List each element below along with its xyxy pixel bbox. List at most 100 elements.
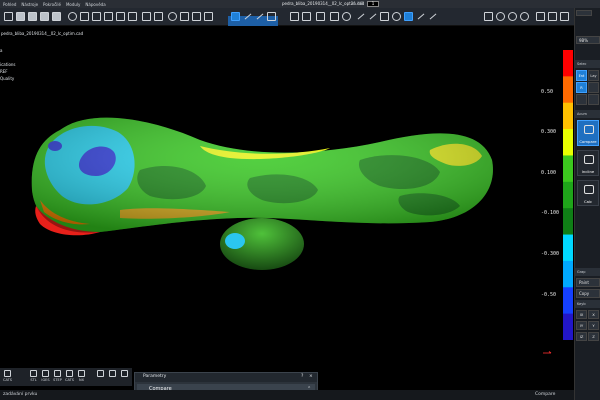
- comparison-icon[interactable]: [404, 12, 413, 21]
- frame-icon[interactable]: [92, 12, 101, 21]
- settings-icon[interactable]: [548, 12, 557, 21]
- help-button[interactable]: ?: [301, 374, 303, 379]
- points-icon[interactable]: [302, 12, 311, 21]
- tree-root[interactable]: pedra_bliba_20190314__02_lc_optim.cad: [1, 31, 83, 36]
- camera-icon[interactable]: [484, 12, 493, 21]
- axis-cell[interactable]: IY: [576, 321, 587, 330]
- tree-item[interactable]: Quality: [0, 76, 14, 81]
- axis-cell[interactable]: Z: [588, 332, 599, 341]
- window-icon[interactable]: [560, 12, 569, 21]
- panel-toggle-icon[interactable]: [576, 10, 592, 16]
- grid-icon[interactable]: [80, 12, 89, 21]
- axis-cell[interactable]: X: [588, 310, 599, 319]
- status-mode: Compare: [535, 392, 556, 397]
- section-selection[interactable]: Selec: [575, 60, 600, 68]
- legend-band: [563, 155, 573, 183]
- rotate-icon[interactable]: [128, 12, 137, 21]
- main-toolbar: [0, 8, 574, 34]
- fit-icon[interactable]: [116, 12, 125, 21]
- legend-band: [563, 102, 573, 130]
- eye-icon[interactable]: [508, 12, 517, 21]
- extra-tool-button[interactable]: [95, 370, 106, 377]
- export-iges-button[interactable]: IGES: [40, 370, 51, 382]
- document-tab[interactable]: 1: [367, 1, 379, 7]
- export-cats-button[interactable]: CATS: [2, 370, 13, 382]
- export-icon: [54, 370, 61, 377]
- extra-tool-button[interactable]: [119, 370, 130, 377]
- sphere-icon[interactable]: [168, 12, 177, 21]
- select-entity-button[interactable]: Ent: [576, 70, 587, 81]
- tree-item[interactable]: a: [0, 48, 2, 53]
- square-icon[interactable]: [380, 12, 389, 21]
- surface-icon[interactable]: [204, 12, 213, 21]
- no-entry-icon[interactable]: [392, 12, 401, 21]
- select-curve-button[interactable]: [588, 82, 599, 93]
- section-icon[interactable]: [154, 12, 163, 21]
- mesh-icon[interactable]: [290, 12, 299, 21]
- copy-button[interactable]: Copy: [576, 289, 600, 298]
- globe-icon[interactable]: [496, 12, 505, 21]
- axis-triad: [543, 351, 552, 354]
- export-nx-button[interactable]: NX: [76, 370, 87, 382]
- axis-cell[interactable]: IX: [576, 310, 587, 319]
- slash-line-icon[interactable]: [368, 12, 377, 21]
- circle-icon[interactable]: [342, 12, 351, 21]
- section-actions[interactable]: Acum: [575, 110, 600, 118]
- line-tool-icon[interactable]: [243, 12, 252, 21]
- select-tool-icon[interactable]: [4, 12, 13, 21]
- cube-front-icon[interactable]: [28, 12, 37, 21]
- cube-side-icon[interactable]: [40, 12, 49, 21]
- color-legend-bar: [563, 50, 573, 340]
- zoom-percent: 9B%: [576, 36, 600, 44]
- tool-icon: [109, 370, 116, 377]
- axis-cell[interactable]: IZ: [576, 332, 587, 341]
- triangle-icon[interactable]: [330, 12, 339, 21]
- legend-band: [563, 287, 573, 315]
- paint-button[interactable]: Paint: [576, 278, 600, 287]
- diagonal-line-icon[interactable]: [356, 12, 365, 21]
- menu-item-view[interactable]: Pohled: [3, 2, 16, 7]
- select-lasso-button[interactable]: [588, 94, 599, 105]
- compare-tool-icon[interactable]: [231, 12, 240, 21]
- close-button[interactable]: ×: [309, 374, 313, 379]
- section-graph[interactable]: Grap: [575, 268, 600, 276]
- cube-view-icon[interactable]: [16, 12, 25, 21]
- section-keyboard[interactable]: Keyb: [575, 300, 600, 308]
- menu-item-modules[interactable]: Moduly: [66, 2, 80, 7]
- menu-item-tools[interactable]: Nástroje: [21, 2, 38, 7]
- menu-item-advanced[interactable]: Pokročilé: [43, 2, 61, 7]
- angle-icon[interactable]: [416, 12, 425, 21]
- cube-top-icon[interactable]: [52, 12, 61, 21]
- legend-band: [563, 234, 573, 262]
- select-box-button[interactable]: [576, 94, 587, 105]
- legend-label: 0.300: [541, 129, 557, 135]
- search-icon[interactable]: [68, 12, 77, 21]
- plane-icon[interactable]: [180, 12, 189, 21]
- crosshair-icon[interactable]: [104, 12, 113, 21]
- measure-icon[interactable]: [142, 12, 151, 21]
- incline-action-button[interactable]: Incline: [577, 150, 599, 176]
- export-stl-button[interactable]: STL: [28, 370, 39, 382]
- tree-item[interactable]: REF: [0, 69, 8, 74]
- export-step-button[interactable]: STEP: [52, 370, 63, 382]
- legend-band: [563, 129, 573, 156]
- shape-icon[interactable]: [192, 12, 201, 21]
- fill-tool-icon[interactable]: [267, 12, 276, 21]
- export-cats2-button[interactable]: CATS: [64, 370, 75, 382]
- edge-tool-icon[interactable]: [255, 12, 264, 21]
- calc-action-button[interactable]: Calc: [577, 180, 599, 206]
- select-layer-button[interactable]: Lay: [588, 70, 599, 81]
- curve-icon[interactable]: [316, 12, 325, 21]
- visibility-icon[interactable]: [520, 12, 529, 21]
- compare-action-button[interactable]: Compare: [577, 120, 599, 146]
- deviation-map-model[interactable]: [0, 26, 574, 374]
- select-region-button[interactable]: R: [576, 82, 587, 93]
- slope-icon[interactable]: [428, 12, 437, 21]
- extra-tool-button[interactable]: [107, 370, 118, 377]
- menu-item-help[interactable]: Nápověda: [85, 2, 105, 7]
- layers-icon[interactable]: [536, 12, 545, 21]
- tool-icon: [121, 370, 128, 377]
- axis-cell[interactable]: Y: [588, 321, 599, 330]
- legend-band: [563, 76, 573, 104]
- tree-item[interactable]: ications: [0, 62, 16, 67]
